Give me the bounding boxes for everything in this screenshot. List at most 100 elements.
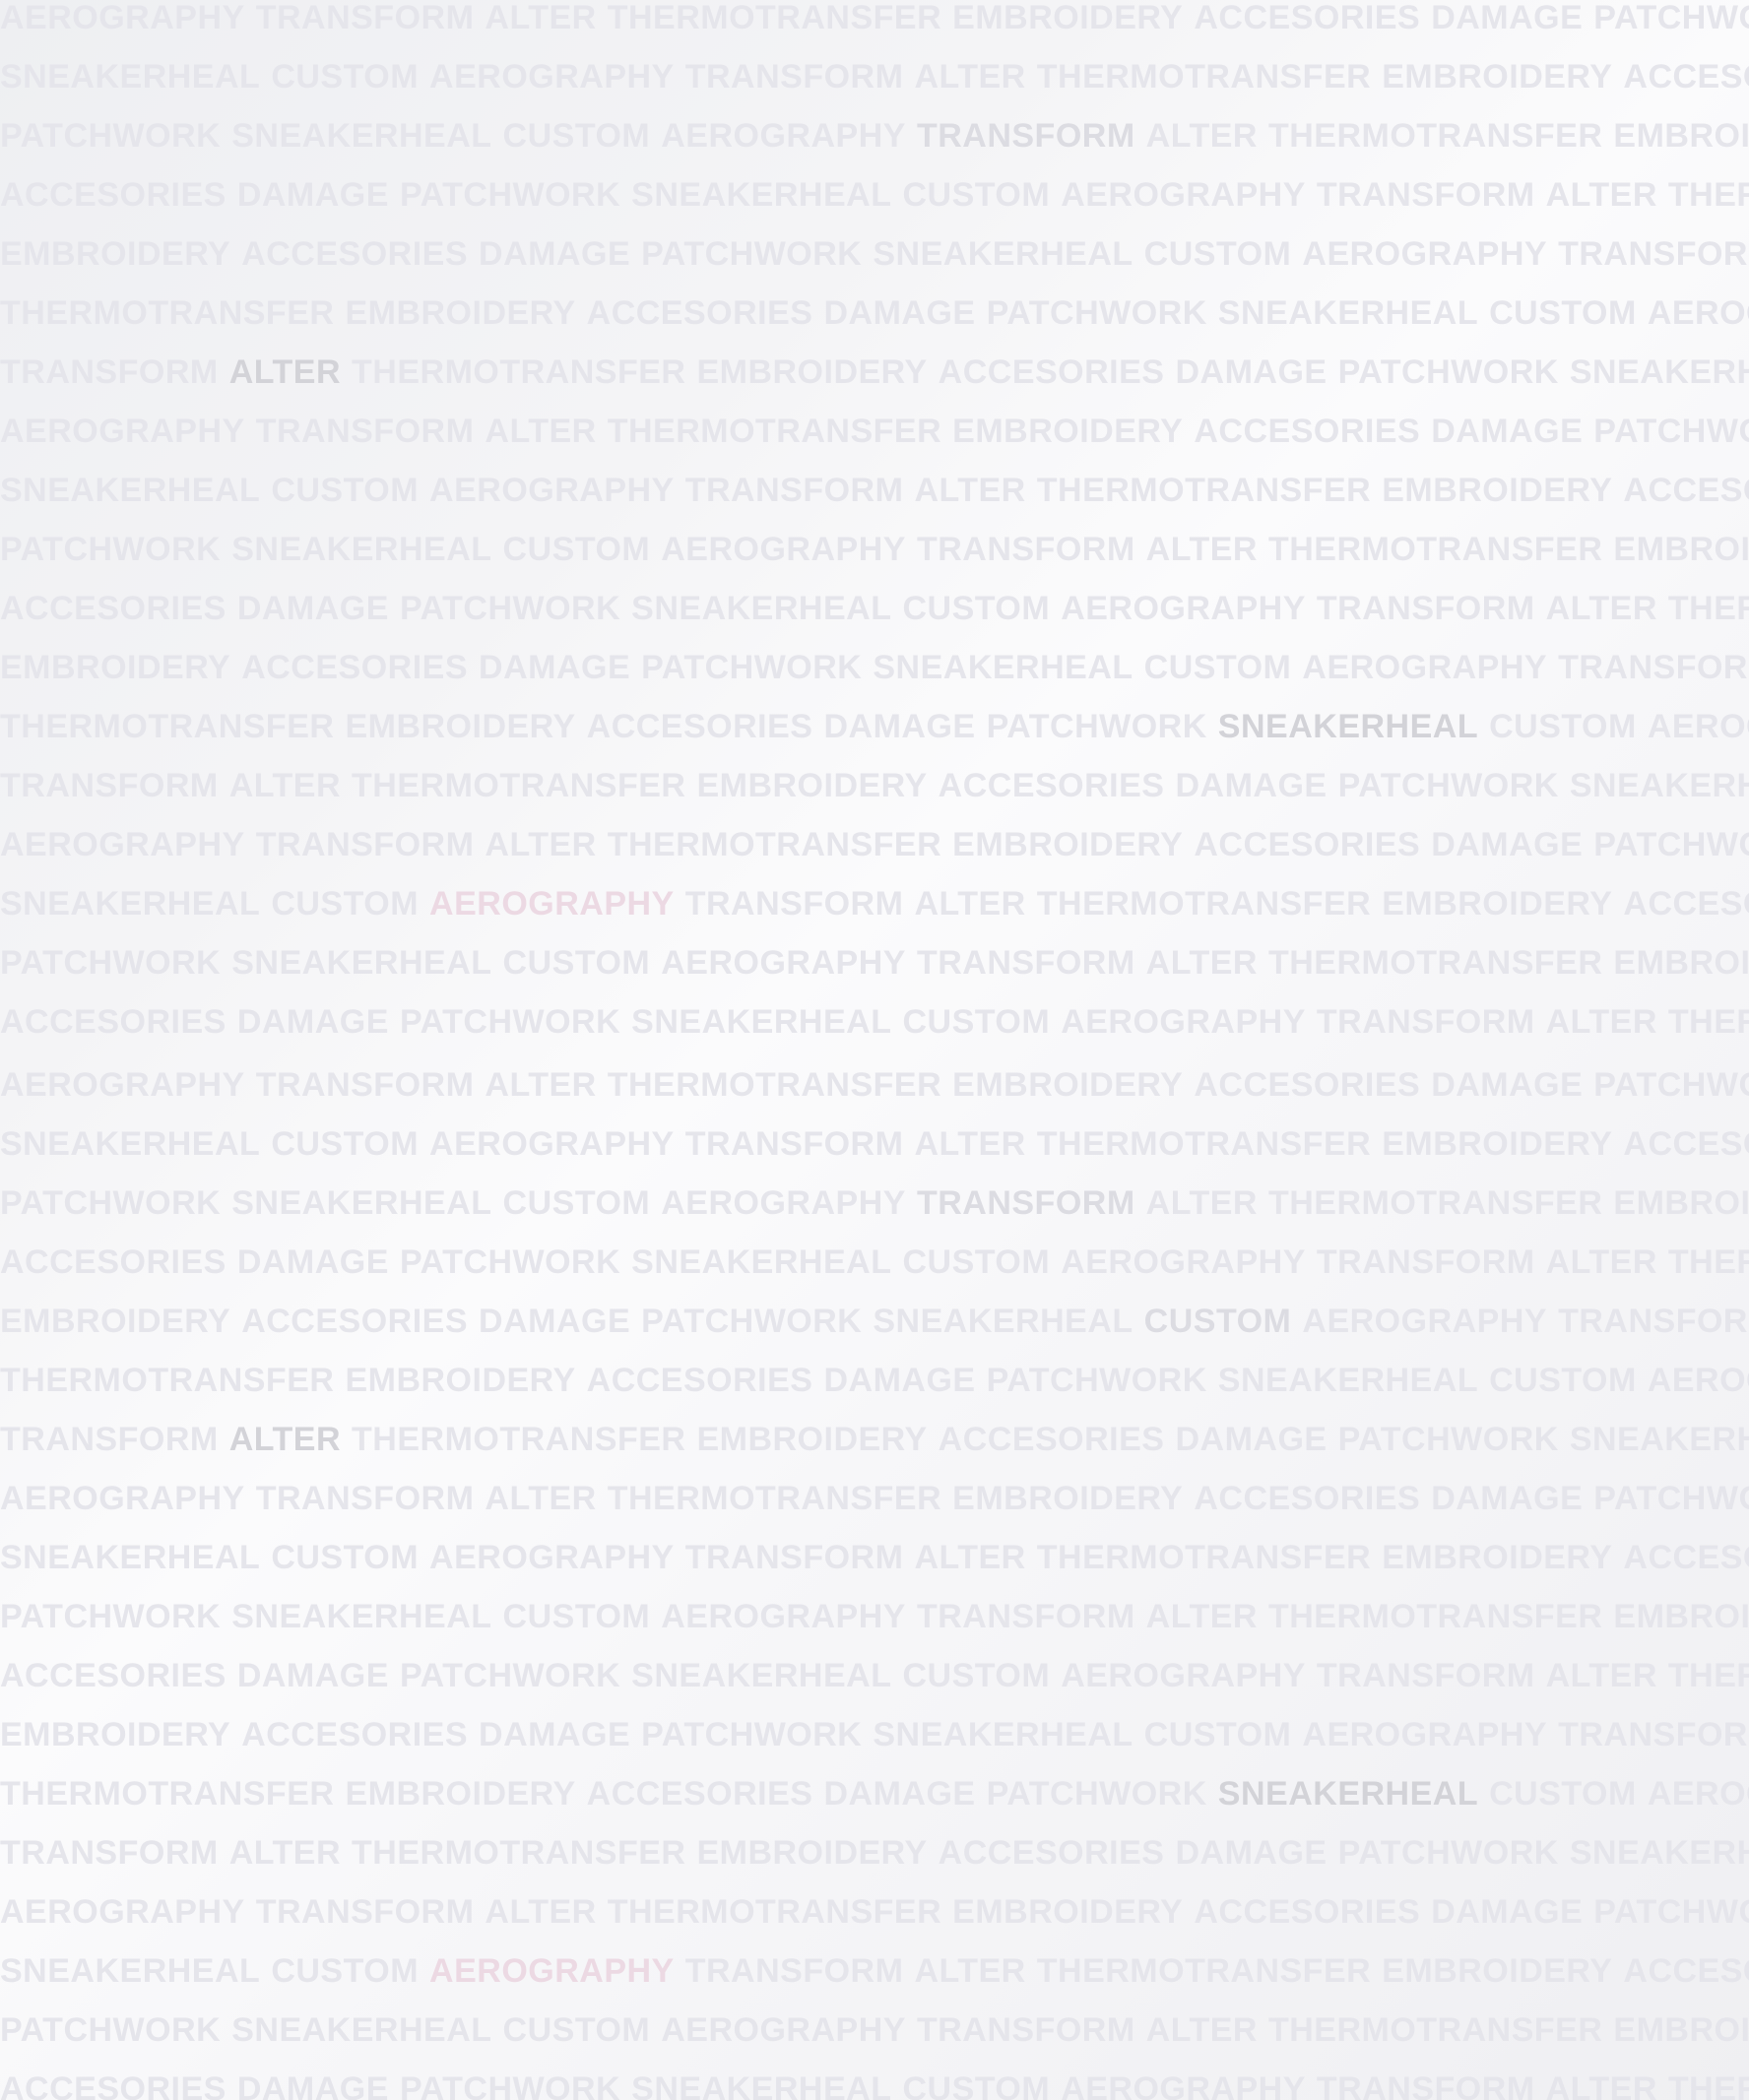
pattern-word: THERMOTRANSFER (1667, 2070, 1749, 2100)
pattern-word: DAMAGE (479, 1303, 631, 1340)
pattern-word: AEROGRAPHY (429, 1125, 675, 1163)
pattern-word: THERMOTRANSFER (352, 353, 686, 391)
pattern-word: PATCHWORK (986, 1362, 1207, 1399)
pattern-word: ALTER (1545, 2070, 1657, 2100)
pattern-word: SNEAKERHEAL (631, 2070, 892, 2100)
pattern-word: AEROGRAPHY (1061, 1003, 1306, 1041)
pattern-word: PATCHWORK (641, 235, 863, 273)
pattern-word: ALTER (1545, 1003, 1657, 1041)
pattern-word: THERMOTRANSFER (1036, 885, 1372, 923)
pattern-word: DAMAGE (236, 1657, 389, 1694)
pattern-word: TRANSFORM (0, 1834, 219, 1872)
pattern-word: AEROGRAPHY (0, 413, 245, 450)
pattern-word: TRANSFORM (255, 1893, 475, 1931)
pattern-word: ACCESORIES (0, 176, 227, 214)
pattern-word: ACCESORIES (0, 1657, 227, 1694)
pattern-word: SNEAKERHEAL (1569, 1834, 1749, 1872)
pattern-word: EMBROIDERY (952, 1066, 1184, 1104)
pattern-word: AEROGRAPHY (661, 1184, 906, 1222)
pattern-word: AEROGRAPHY (661, 531, 906, 568)
pattern-word: DAMAGE (236, 590, 389, 627)
pattern-word: CUSTOM (271, 472, 420, 509)
pattern-word: ACCESORIES (1623, 1125, 1749, 1163)
word-row: AEROGRAPHY TRANSFORM ALTER THERMOTRANSFER EM… (0, 1055, 1749, 1114)
pattern-word: EMBROIDERY (952, 1893, 1184, 1931)
pattern-word: SNEAKERHEAL (1217, 294, 1479, 332)
pattern-word: SNEAKERHEAL (873, 235, 1134, 273)
pattern-word: THERMOTRANSFER (607, 1480, 942, 1517)
pattern-word: DAMAGE (236, 176, 389, 214)
pattern-word: SNEAKERHEAL (0, 58, 261, 95)
pattern-word: PATCHWORK (399, 1003, 621, 1041)
pattern-word: THERMOTRANSFER (1036, 472, 1372, 509)
pattern-word: ACCESORIES (1194, 1893, 1421, 1931)
pattern-word: ACCESORIES (1623, 1539, 1749, 1576)
pattern-word: TRANSFORM (916, 944, 1135, 982)
pattern-word: ACCESORIES (1194, 1480, 1421, 1517)
pattern-word: PATCHWORK (986, 708, 1207, 745)
pattern-word: ALTER (1145, 531, 1258, 568)
pattern-word: AEROGRAPHY (661, 2011, 906, 2049)
pattern-word: TRANSFORM (1316, 590, 1535, 627)
pattern-word: THERMOTRANSFER (0, 294, 335, 332)
pattern-word: SNEAKERHEAL (1217, 1362, 1479, 1399)
pattern-word: ALTER (485, 413, 597, 450)
pattern-word: AEROGRAPHY (1647, 1362, 1749, 1399)
pattern-word: DAMAGE (479, 235, 631, 273)
pattern-word: ACCESORIES (1623, 885, 1749, 923)
word-row: PATCHWORK SNEAKERHEAL CUSTOM AEROGRAPHY TRAN… (0, 933, 1749, 992)
pattern-word: SNEAKERHEAL (873, 1716, 1134, 1753)
pattern-word: ACCESORIES (1623, 1952, 1749, 1990)
pattern-word: AEROGRAPHY (0, 0, 245, 36)
pattern-word: THERMOTRANSFER (0, 708, 335, 745)
word-row: TRANSFORM ALTER THERMOTRANSFER EMBROIDERY AC… (0, 756, 1749, 815)
pattern-word: SNEAKERHEAL (231, 1184, 492, 1222)
pattern-word: THERMOTRANSFER (352, 767, 686, 804)
pattern-word: THERMOTRANSFER (607, 826, 942, 863)
pattern-word: ACCESORIES (0, 590, 227, 627)
word-row: TRANSFORM ALTER THERMOTRANSFER EMBROIDERY AC… (0, 1823, 1749, 1882)
word-row: ACCESORIES DAMAGE PATCHWORK SNEAKERHEAL CUST… (0, 1646, 1749, 1705)
pattern-word: ALTER (485, 1480, 597, 1517)
pattern-word: THERMOTRANSFER (352, 1834, 686, 1872)
pattern-word: ACCESORIES (241, 235, 469, 273)
pattern-word: CUSTOM (271, 1539, 420, 1576)
pattern-word: TRANSFORM (1316, 176, 1535, 214)
pattern-word: ALTER (1545, 176, 1657, 214)
pattern-word: AEROGRAPHY (1302, 1303, 1548, 1340)
pattern-word: PATCHWORK (1337, 1421, 1559, 1458)
pattern-word: EMBROIDERY (345, 708, 576, 745)
pattern-word: PATCHWORK (0, 1184, 222, 1222)
pattern-word: AEROGRAPHY (429, 885, 675, 923)
pattern-word: PATCHWORK (399, 176, 621, 214)
pattern-word: PATCHWORK (1337, 353, 1559, 391)
pattern-word: TRANSFORM (684, 1539, 904, 1576)
pattern-word: DAMAGE (823, 1362, 976, 1399)
pattern-word: DAMAGE (479, 649, 631, 686)
word-row: AEROGRAPHY TRANSFORM ALTER THERMOTRANSFER EM… (0, 0, 1749, 47)
pattern-word: SNEAKERHEAL (0, 885, 261, 923)
pattern-word: ALTER (485, 826, 597, 863)
pattern-word: TRANSFORM (1316, 2070, 1535, 2100)
pattern-word: ACCESORIES (0, 1003, 227, 1041)
pattern-word: SNEAKERHEAL (631, 1243, 892, 1281)
pattern-word: DAMAGE (1175, 1421, 1328, 1458)
pattern-word: ALTER (228, 1834, 342, 1872)
pattern-word: TRANSFORM (255, 826, 475, 863)
pattern-word: CUSTOM (902, 176, 1051, 214)
pattern-word: DAMAGE (1431, 0, 1584, 36)
pattern-word: EMBROIDERY (1382, 1125, 1613, 1163)
pattern-word: EMBROIDERY (0, 235, 231, 273)
pattern-word: PATCHWORK (399, 1657, 621, 1694)
pattern-word: SNEAKERHEAL (631, 176, 892, 214)
pattern-word: EMBROIDERY (0, 1303, 231, 1340)
word-row: PATCHWORK SNEAKERHEAL CUSTOM AEROGRAPHY TRAN… (0, 1174, 1749, 1233)
pattern-word: SNEAKERHEAL (1569, 1421, 1749, 1458)
word-row: AEROGRAPHY TRANSFORM ALTER THERMOTRANSFER EM… (0, 1882, 1749, 1941)
pattern-word: CUSTOM (1143, 649, 1292, 686)
pattern-word: SNEAKERHEAL (0, 1125, 261, 1163)
pattern-word: TRANSFORM (684, 885, 904, 923)
pattern-word: THERMOTRANSFER (1267, 1184, 1603, 1222)
pattern-word: PATCHWORK (1593, 413, 1749, 450)
pattern-word: CUSTOM (502, 2011, 651, 2049)
